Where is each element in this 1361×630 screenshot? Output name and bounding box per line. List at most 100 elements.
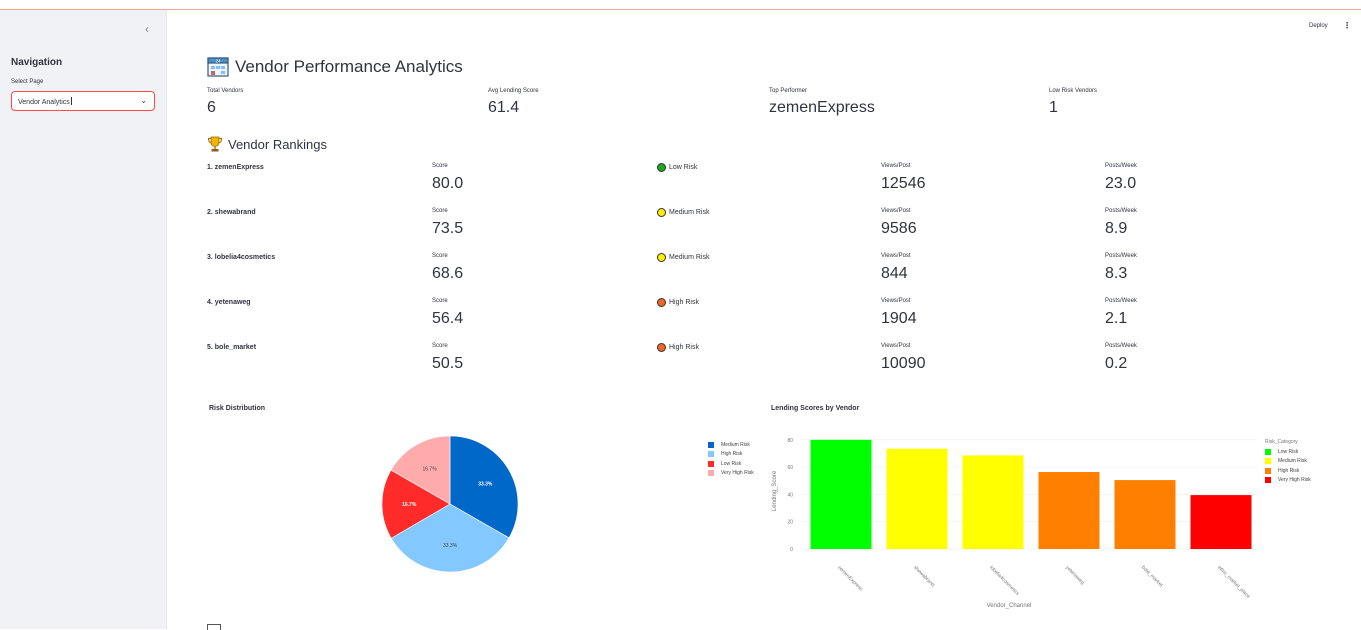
y-tick-label: 80 [787,438,793,444]
page-title-text: Vendor Performance Analytics [235,57,463,76]
pie-chart-title: Risk Distribution [209,405,266,412]
views-value: 844 [881,265,908,282]
bar-ethio_market_place[interactable] [1190,495,1252,549]
score-value: 50.5 [432,355,464,372]
score-value: 73.5 [432,220,464,237]
legend-item[interactable]: Medium Risk [708,440,754,450]
views-label: Views/Post [881,163,911,169]
select-page-value: Vendor Analytics [18,99,70,106]
bar-zemenExpress[interactable] [810,439,872,549]
metric-value: 6 [207,99,216,116]
sidebar: ‹ Navigation Select Page Vendor Analytic… [0,10,167,629]
collapse-sidebar-icon[interactable]: ‹ [140,22,154,36]
bar-chart: 0 20 40 60 80 zemenExpress shewabrand lobelia4c… [772,438,1257,609]
y-tick-label: 40 [787,492,793,498]
metric-top-performer: Top Performer zemenExpress [769,88,875,117]
posts-value: 8.3 [1105,265,1128,282]
score-label: Score [432,298,448,304]
risk-dot-icon [657,343,666,352]
vendor-name: 1. zemenExpress [207,164,264,171]
bar-legend: Risk_Category Low Risk Medium Risk High Ris… [1265,439,1311,485]
views-label: Views/Post [881,253,911,259]
bar-yetenaweg[interactable] [1038,472,1100,549]
bar-lobelia4cosmetics[interactable] [962,455,1024,549]
risk-dot-icon [657,163,666,172]
views-label: Views/Post [881,298,911,304]
x-tick-label: ethio_market_place [1216,565,1251,600]
views-label: Views/Post [881,208,911,214]
legend-item[interactable]: High Risk [1265,466,1311,476]
views-value: 12546 [881,175,926,192]
legend-item[interactable]: High Risk [708,450,754,460]
score-value: 68.6 [432,265,464,282]
sidebar-title: Navigation [11,57,63,68]
metric-value: zemenExpress [769,99,875,116]
chevron-down-icon: ⌄ [140,96,147,105]
posts-value: 2.1 [1105,310,1128,327]
pie-slice-label: 16.7% [402,502,417,508]
score-value: 56.4 [432,310,464,327]
views-value: 1904 [881,310,917,327]
risk-label: High Risk [669,299,699,306]
legend-label: Medium Risk [721,441,750,448]
deploy-button[interactable]: Deploy [1309,23,1328,29]
score-label: Score [432,343,448,349]
score-label: Score [432,163,448,169]
risk-indicator: High Risk [657,343,699,352]
x-tick-label: lobelia4cosmetics [988,565,1021,598]
views-label: Views/Post [881,343,911,349]
legend-swatch [708,470,714,477]
legend-item[interactable]: Low Risk [1265,447,1311,457]
legend-label: High Risk [1278,467,1300,474]
score-value: 80.0 [432,175,464,192]
risk-label: Medium Risk [669,254,710,261]
posts-value: 8.9 [1105,220,1128,237]
legend-label: Low Risk [1278,448,1299,455]
legend-label: High Risk [721,451,743,458]
legend-swatch [708,441,714,448]
legend-item[interactable]: Very High Risk [708,469,754,479]
legend-label: Low Risk [721,460,742,467]
metric-avg-lending-score: Avg Lending Score 61.4 [488,88,539,117]
legend-swatch [1265,467,1271,474]
y-tick-label: 60 [787,465,793,471]
posts-label: Posts/Week [1105,163,1137,169]
svg-text:24: 24 [215,59,221,64]
x-tick-label: zemenExpress [836,565,864,593]
legend-swatch [708,451,714,458]
main-menu-icon[interactable]: ⋮ [1343,21,1351,30]
bar-shewabrand[interactable] [886,448,948,549]
legend-item[interactable]: Low Risk [708,459,754,469]
metric-label: Total Vendors [207,88,244,94]
risk-indicator: Low Risk [657,163,697,172]
pie-slice-label: 33.3% [443,543,458,549]
y-axis-label: Lending_Score [772,470,778,511]
vendor-name: 3. lobelia4cosmetics [207,254,276,261]
vendor-name: 2. shewabrand [207,209,256,216]
views-value: 10090 [881,355,926,372]
legend-swatch [1265,448,1271,455]
vendor-name: 4. yetenaweg [207,299,251,306]
metric-label: Low Risk Vendors [1049,88,1098,94]
legend-item[interactable]: Very High Risk [1265,476,1311,486]
rankings-title: Vendor Rankings [228,136,328,152]
score-label: Score [432,253,448,259]
metric-value: 1 [1049,99,1058,116]
legend-swatch [1265,477,1271,484]
legend-item[interactable]: Medium Risk [1265,457,1311,467]
text-caret [70,97,72,105]
posts-value: 0.2 [1105,355,1128,372]
metric-total-vendors: Total Vendors 6 [207,88,243,117]
metric-value: 61.4 [488,99,520,116]
posts-label: Posts/Week [1105,343,1137,349]
y-tick-label: 0 [790,547,793,553]
select-page-dropdown[interactable]: Vendor Analytics ⌄ [11,91,155,111]
posts-value: 23.0 [1105,175,1137,192]
x-axis-label: Vendor_Channel [987,603,1032,609]
vendor-name: 5. bole_market [207,344,257,351]
score-label: Score [432,208,448,214]
bar-bole_market[interactable] [1114,480,1176,549]
risk-dot-icon [657,208,666,217]
select-page-label: Select Page [11,79,44,85]
legend-label: Very High Risk [721,470,754,477]
